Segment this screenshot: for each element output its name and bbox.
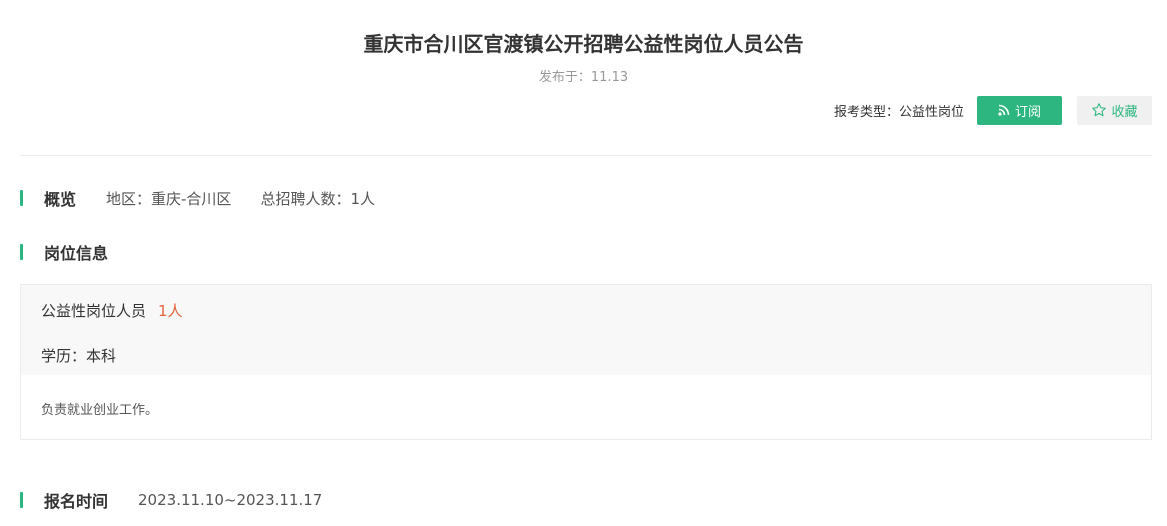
position-name: 公益性岗位人员 (41, 302, 147, 320)
section-marker (20, 244, 23, 260)
position-description: 负责就业创业工作。 (41, 403, 159, 418)
publish-date: 发布于：11.13 (538, 70, 629, 85)
star-outline-icon (1092, 103, 1107, 117)
positions-title: 岗位信息 (44, 244, 109, 263)
position-name-row: 公益性岗位人员 1人 (41, 300, 183, 321)
meta-row: 报考类型：公益性岗位 订阅 收藏 (834, 95, 1152, 125)
exam-type-label: 报考类型：公益性岗位 (833, 104, 964, 120)
header-divider (20, 155, 1152, 156)
registration-title: 报名时间 (44, 492, 109, 511)
position-card-header: 公益性岗位人员 1人 学历：本科 (21, 285, 1151, 375)
position-card: 公益性岗位人员 1人 学历：本科 负责就业创业工作。 (20, 284, 1152, 440)
registration-period: 2023.11.10~2023.11.17 (138, 491, 323, 509)
region-text: 地区：重庆-合川区 (106, 189, 232, 208)
subscribe-button[interactable]: 订阅 (977, 95, 1062, 125)
subscribe-label: 订阅 (1014, 104, 1041, 120)
section-marker (20, 492, 23, 508)
favorite-label: 收藏 (1111, 104, 1138, 120)
position-count: 1人 (158, 302, 183, 320)
education-requirement: 学历：本科 (41, 347, 117, 365)
total-recruit-text: 总招聘人数：1人 (260, 189, 375, 208)
rss-icon (998, 104, 1010, 116)
overview-title: 概览 (44, 190, 77, 209)
registration-section: 报名时间 2023.11.10~2023.11.17 (20, 490, 323, 511)
section-marker (20, 190, 23, 206)
positions-section: 岗位信息 (20, 242, 109, 263)
favorite-button[interactable]: 收藏 (1077, 95, 1152, 125)
overview-section: 概览 地区：重庆-合川区 总招聘人数：1人 (20, 188, 375, 209)
page-title: 重庆市合川区官渡镇公开招聘公益性岗位人员公告 (363, 32, 804, 56)
